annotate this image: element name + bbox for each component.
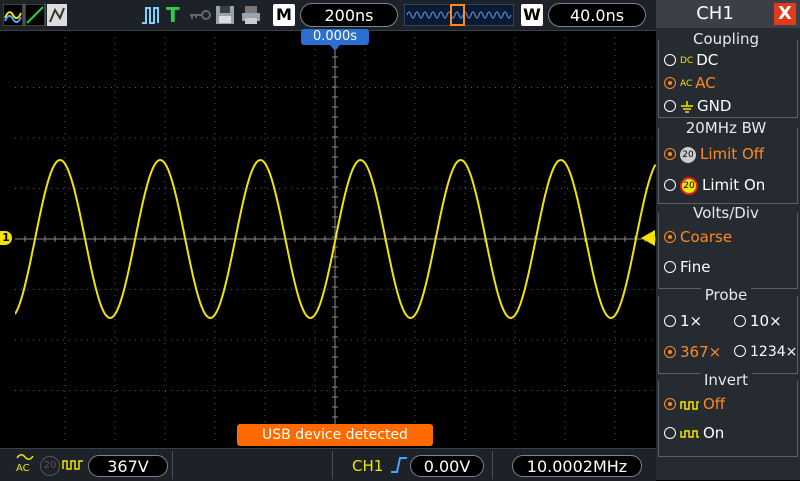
- print-icon[interactable]: [240, 4, 262, 26]
- ac-coupling-icon: AC: [16, 453, 36, 475]
- trigger-source-label[interactable]: CH1: [352, 457, 383, 475]
- ac-icon: AC: [680, 78, 693, 89]
- coupling-option-gnd[interactable]: GND: [664, 95, 731, 117]
- divider: [492, 451, 493, 479]
- invert-option-off[interactable]: Off: [664, 393, 725, 415]
- radio-icon: [664, 53, 676, 66]
- timebase-display[interactable]: 200ns: [300, 3, 398, 27]
- radio-icon: [664, 99, 676, 112]
- rising-edge-icon[interactable]: [390, 456, 408, 474]
- radio-icon: [664, 397, 676, 410]
- radio-icon: [664, 260, 676, 273]
- ch1-menu-panel: CH1 X Coupling DC DC AC AC GND 20MHz BW 20…: [656, 0, 800, 480]
- ch1-level-marker[interactable]: 1: [0, 231, 12, 245]
- status-bar: AC 20 367V CH1 0.00V 10.0002MHz: [0, 448, 656, 481]
- radio-icon: [664, 314, 676, 327]
- ground-icon: [681, 100, 693, 113]
- bw-20-icon: 20: [680, 146, 696, 163]
- window-button[interactable]: W: [521, 4, 543, 26]
- radio-icon: [664, 147, 676, 160]
- top-toolbar: T M 200ns W 40.0ns: [0, 0, 656, 31]
- radio-icon: [664, 230, 676, 243]
- probe-option-367x[interactable]: 367×: [664, 341, 721, 363]
- bw-title: 20MHz BW: [656, 119, 796, 137]
- volts-option-fine[interactable]: Fine: [664, 256, 710, 278]
- radio-icon: [734, 345, 746, 357]
- frequency-display: 10.0002MHz: [512, 455, 642, 477]
- bw-limit-icon: 20: [40, 456, 60, 476]
- memory-position-bar[interactable]: [404, 4, 514, 26]
- bw-option-limit-off[interactable]: 20 Limit Off: [664, 143, 764, 165]
- trigger-level-marker[interactable]: [641, 230, 655, 246]
- trigger-level-display[interactable]: 0.00V: [410, 455, 484, 477]
- waveform-display[interactable]: [15, 37, 656, 441]
- coupling-option-dc[interactable]: DC DC: [664, 49, 718, 71]
- key-icon: [190, 10, 211, 20]
- probe-option-1x[interactable]: 1×: [664, 310, 702, 332]
- display-mode-icons[interactable]: [3, 4, 67, 26]
- trigger-status-indicator: T: [166, 3, 180, 27]
- radio-icon: [664, 178, 676, 191]
- usb-toast-message: USB device detected: [237, 424, 433, 446]
- probe-option-10x[interactable]: 10×: [734, 310, 782, 332]
- invert-off-icon: [680, 400, 699, 410]
- mode-button[interactable]: M: [273, 4, 295, 26]
- coupling-option-ac[interactable]: AC AC: [664, 72, 716, 94]
- close-button[interactable]: X: [774, 3, 796, 25]
- probe-option-1234x[interactable]: 1234×: [734, 341, 797, 363]
- invert-option-on[interactable]: On: [664, 422, 724, 444]
- radio-icon: [664, 76, 676, 89]
- panel-title: CH1: [696, 3, 734, 24]
- coupling-title: Coupling: [656, 30, 796, 48]
- time-offset-marker[interactable]: 0.000s: [301, 29, 369, 51]
- divider: [172, 451, 173, 479]
- divider: [332, 451, 333, 479]
- volts-option-coarse[interactable]: Coarse: [664, 226, 732, 248]
- radio-icon: [664, 345, 676, 358]
- invert-on-icon: [680, 429, 699, 438]
- panel-header: CH1 X: [656, 0, 800, 28]
- save-icon[interactable]: [214, 4, 236, 26]
- volts-title: Volts/Div: [656, 204, 796, 222]
- bw-option-limit-on[interactable]: 20 Limit On: [664, 174, 765, 196]
- probe-title: Probe: [656, 286, 796, 304]
- window-timebase-display[interactable]: 40.0ns: [548, 3, 646, 27]
- radio-icon: [664, 426, 676, 439]
- invert-title: Invert: [656, 371, 796, 389]
- radio-icon: [734, 314, 746, 327]
- trigger-mode-icon: [142, 7, 159, 24]
- invert-off-icon: [62, 460, 83, 470]
- dc-icon: DC: [680, 55, 694, 66]
- volts-div-display[interactable]: 367V: [88, 455, 168, 477]
- bw-20-limit-icon: 20: [680, 176, 698, 195]
